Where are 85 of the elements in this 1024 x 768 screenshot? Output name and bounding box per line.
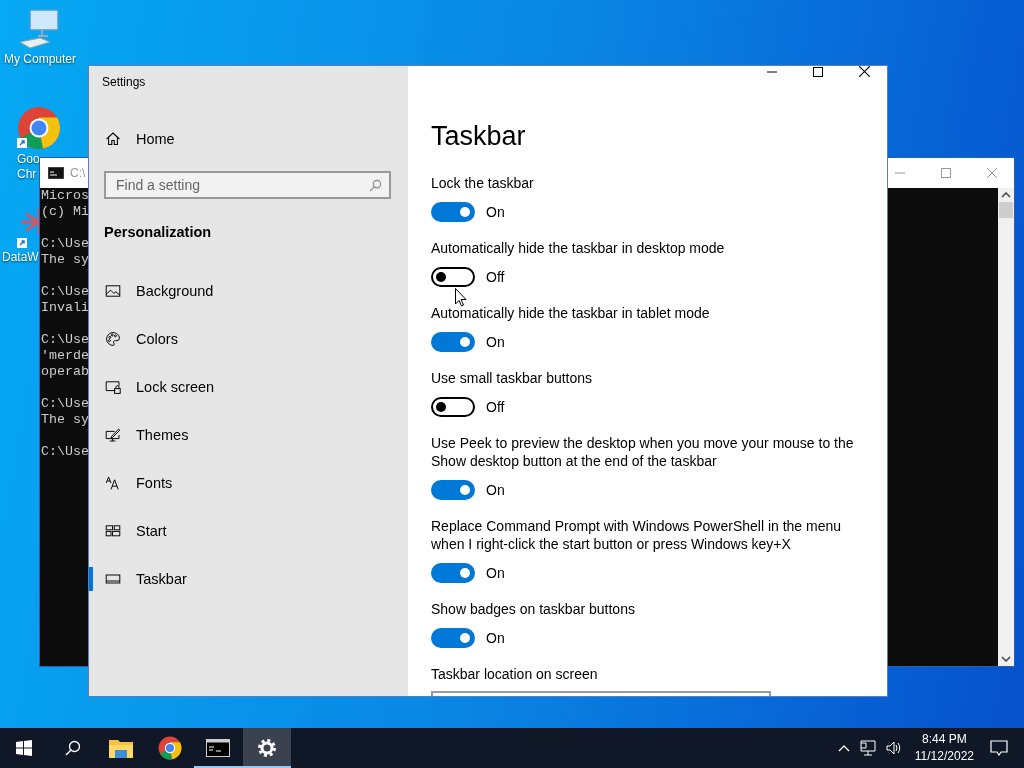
themes-icon — [105, 427, 121, 443]
console-line: C:\Use — [41, 444, 89, 460]
setting-label: Lock the taskbar — [431, 174, 534, 192]
setting-label: Taskbar location on screen — [431, 665, 598, 683]
section-heading: Personalization — [104, 223, 212, 242]
toggle-state: Off — [486, 399, 505, 415]
windows-logo-icon — [16, 740, 33, 756]
setting-label: Use small taskbar buttons — [431, 369, 593, 387]
search-field[interactable]: Find a setting — [104, 171, 391, 199]
chrome-icon — [157, 736, 182, 760]
background-icon — [105, 283, 121, 299]
toggle-state: Off — [486, 269, 505, 285]
home-link[interactable]: Home — [89, 115, 389, 163]
maximize-icon — [813, 66, 823, 77]
chevron-up-icon[interactable] — [837, 744, 850, 752]
toggle-state: On — [486, 482, 505, 498]
toggle-state: On — [486, 334, 505, 350]
desktop-icon-label: My Computer — [4, 52, 76, 67]
computer-icon[interactable] — [18, 8, 62, 52]
fonts-icon — [105, 475, 121, 491]
toggle-state: On — [486, 204, 505, 220]
scrollbar[interactable] — [998, 188, 1014, 666]
colors-icon — [105, 331, 121, 347]
asterisk-shortcut-icon[interactable] — [17, 206, 39, 250]
close-icon — [858, 66, 870, 77]
setting-label: Replace Command Prompt with Windows PowerShell in the menu when I right-click the start button or press Windows key+X — [431, 517, 843, 553]
desktop-icon-label: DataW — [2, 250, 39, 265]
gear-icon — [256, 738, 277, 758]
nav-item[interactable]: Fonts — [89, 459, 389, 507]
toggle-switch[interactable] — [431, 480, 475, 500]
toggle-switch[interactable] — [431, 332, 475, 352]
console-line: C:\Use — [41, 396, 89, 412]
desktop-icon-label: Goo — [17, 152, 40, 167]
toggle-switch[interactable] — [431, 628, 475, 648]
mouse-cursor-icon — [455, 288, 467, 307]
search-icon — [64, 740, 81, 756]
folder-icon — [109, 738, 134, 758]
setting-label: Automatically hide the taskbar in tablet mode — [431, 304, 710, 322]
console-icon — [48, 167, 64, 179]
toggle-switch[interactable] — [431, 202, 475, 222]
home-icon — [105, 131, 121, 147]
scroll-thumb[interactable] — [999, 202, 1013, 218]
console-line: Invali — [41, 300, 89, 316]
toggle-state: On — [486, 630, 505, 646]
nav-item[interactable]: Taskbar — [89, 555, 389, 603]
clock[interactable]: 8:44 PM 11/12/2022 — [914, 731, 974, 765]
console-line: 'merde — [41, 348, 89, 364]
page-title: Taskbar — [431, 120, 526, 153]
nav-item[interactable]: Start — [89, 507, 389, 555]
setting-label: Automatically hide the taskbar in desktop mode — [431, 239, 725, 257]
desktop-icon-label: Chr — [17, 167, 37, 182]
chrome-icon[interactable] — [17, 106, 61, 150]
maximize-icon[interactable] — [941, 168, 951, 178]
taskbar-icon — [105, 571, 121, 587]
console-line: The sy — [41, 252, 89, 268]
scroll-down-icon[interactable] — [1001, 656, 1011, 662]
console-line: C:\Use — [41, 332, 89, 348]
window-title: C:\ — [70, 166, 86, 180]
setting-label: Use Peek to preview the desktop when you move your mouse to the Show desktop button at the end of the taskbar — [431, 434, 855, 470]
search-icon — [369, 179, 382, 192]
console-line: C:\Use — [41, 236, 89, 252]
scroll-up-icon[interactable] — [1001, 192, 1011, 198]
console-line: (c) Mi — [41, 204, 89, 220]
window-title: Settings — [102, 75, 146, 90]
toggle-switch[interactable] — [431, 563, 475, 583]
console-icon — [206, 739, 231, 757]
nav-item[interactable]: Lock screen — [89, 363, 389, 411]
network-icon[interactable] — [859, 740, 876, 756]
start-icon — [105, 523, 121, 539]
lockscreen-icon — [105, 379, 121, 395]
console-line: The sy — [41, 412, 89, 428]
nav-item[interactable]: Themes — [89, 411, 389, 459]
volume-icon[interactable] — [885, 740, 902, 756]
notification-icon[interactable] — [990, 740, 1008, 756]
toggle-switch[interactable] — [431, 267, 475, 287]
toggle-switch[interactable] — [431, 397, 475, 417]
console-line: C:\Use — [41, 284, 89, 300]
setting-label: Show badges on taskbar buttons — [431, 600, 635, 618]
close-icon[interactable] — [987, 168, 997, 178]
nav-item[interactable]: Background — [89, 267, 389, 315]
console-line: operab — [41, 364, 89, 380]
console-line: Micros — [41, 188, 89, 204]
settings-taskbar-button[interactable] — [242, 728, 291, 768]
nav-item[interactable]: Colors — [89, 315, 389, 363]
toggle-state: On — [486, 565, 505, 581]
